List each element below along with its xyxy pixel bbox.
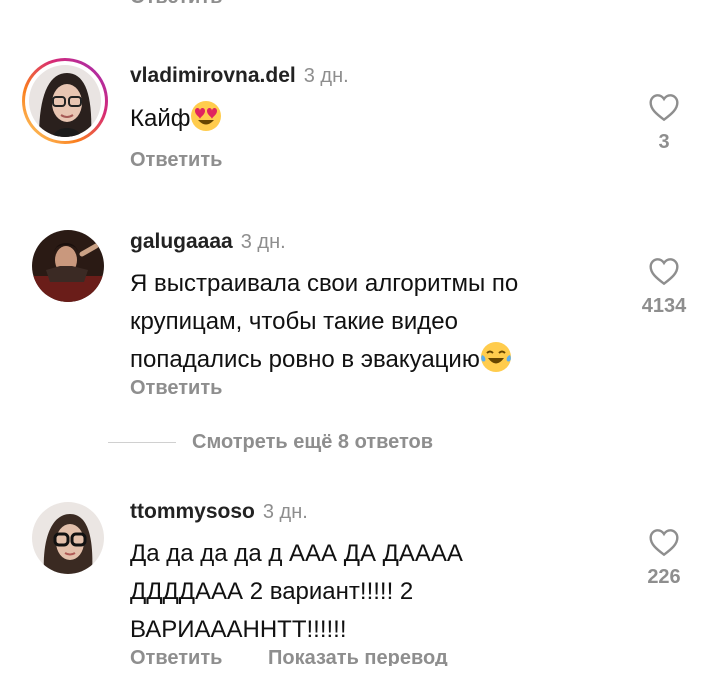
- comment-username[interactable]: ttommysoso: [130, 500, 255, 523]
- like-count: 4134: [641, 295, 687, 317]
- reply-link-top[interactable]: Ответить: [130, 0, 222, 9]
- like-count: 3: [658, 131, 670, 153]
- bottom-edge-mask: [0, 666, 720, 679]
- avatar: [29, 65, 101, 137]
- like-group: 3: [634, 92, 694, 154]
- tears-of-joy-emoji-icon: [480, 342, 511, 372]
- comment-text: Кайф: [130, 100, 222, 138]
- like-group: 4134: [634, 256, 694, 318]
- comment-text: Я выстраивала свои алгоритмы по крупицам…: [130, 270, 519, 373]
- view-more-replies-button[interactable]: Смотреть ещё 8 ответов: [192, 431, 433, 454]
- comment-username[interactable]: galugaaaa: [130, 230, 233, 253]
- avatar-story-ring[interactable]: [22, 58, 108, 144]
- avatar[interactable]: [32, 230, 104, 302]
- heart-icon[interactable]: [648, 527, 680, 557]
- reply-button[interactable]: Ответить: [130, 377, 222, 400]
- like-group: 226: [634, 527, 694, 589]
- heart-icon[interactable]: [648, 92, 680, 122]
- comment-username[interactable]: vladimirovna.del: [130, 64, 296, 87]
- reply-button[interactable]: Ответить: [130, 149, 222, 172]
- comment-text: Да да да да д ААА ДА ДАААА ДДДДААА 2 вар…: [130, 540, 463, 643]
- comment-time: 3 дн.: [262, 501, 308, 523]
- view-more-divider: [108, 442, 176, 443]
- heart-icon[interactable]: [648, 256, 680, 286]
- comment-time: 3 дн.: [303, 65, 349, 87]
- like-count: 226: [647, 566, 681, 588]
- avatar[interactable]: [32, 502, 104, 574]
- comment-time: 3 дн.: [240, 231, 286, 253]
- heart-eyes-emoji-icon: [191, 101, 222, 131]
